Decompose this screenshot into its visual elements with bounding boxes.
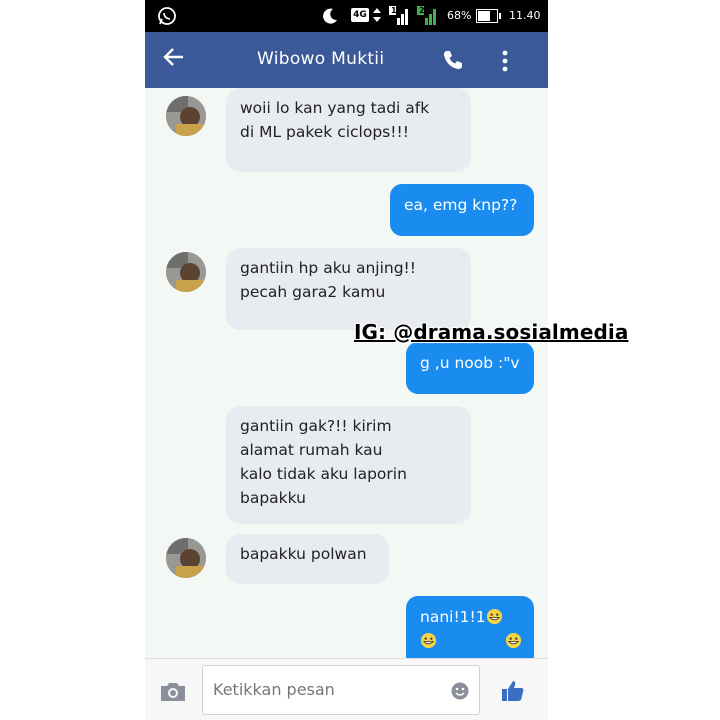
contact-name[interactable]: Wibowo Muktii [257,49,384,69]
sim1-label: 1 [391,6,397,15]
message-line: g ,u noob :"v [420,354,520,372]
message-line [420,629,522,653]
avatar[interactable] [166,96,206,136]
message-line: gantiin hp aku anjing!! [240,259,416,277]
message-input[interactable] [211,679,435,700]
camera-icon[interactable] [159,681,187,703]
message-line: pecah gara2 kamu [240,283,386,301]
thumbs-up-icon[interactable] [501,679,525,703]
message-bubble-incoming: bapakku polwan [226,534,389,584]
grinning-emoji-icon [486,608,502,625]
moon-icon [323,8,337,24]
phone-icon[interactable] [443,50,463,70]
back-arrow-icon[interactable] [163,46,185,68]
message-input-box[interactable] [202,665,480,715]
message-line: alamat rumah kau [240,441,383,459]
emoji-icon[interactable] [451,682,469,700]
data-arrows-icon [373,8,381,22]
avatar[interactable] [166,538,206,578]
message-line: bapakku [240,489,306,507]
message-line: ea, emg knp?? [404,196,518,214]
clock: 11.40 [509,9,541,22]
message-bubble-outgoing: g ,u noob :"v [406,342,534,394]
watermark: IG: @drama.sosialmedia [354,320,629,344]
network-type: 4G [351,8,369,22]
phone-screen: 4G 1 2 68% 11.40 Wibowo Muktii woii lo k… [145,0,548,720]
message-line: gantiin gak?!! kirim [240,417,392,435]
message-bubble-outgoing: ea, emg knp?? [390,184,534,236]
more-vertical-icon[interactable] [501,50,509,72]
message-line: woii lo kan yang tadi afk [240,99,430,117]
message-bubble-incoming: woii lo kan yang tadi afk di ML pakek ci… [226,88,471,172]
sim2-label: 2 [419,6,425,15]
chat-header: Wibowo Muktii [145,32,548,88]
whatsapp-icon [158,7,176,25]
message-composer [145,658,548,720]
grinning-emoji-icon [420,632,437,649]
status-bar: 4G 1 2 68% 11.40 [145,0,548,32]
battery-icon [476,9,501,23]
message-bubble-incoming: gantiin gak?!! kirim alamat rumah kau ka… [226,406,471,524]
message-bubble-incoming: gantiin hp aku anjing!! pecah gara2 kamu [226,248,471,330]
avatar[interactable] [166,252,206,292]
grinning-emoji-icon [505,632,522,649]
battery-fill [478,11,491,21]
message-line: bapakku polwan [240,545,367,563]
message-text: nani!1!1 [420,608,486,626]
message-line: nani!1!1 [420,605,520,629]
message-line: di ML pakek ciclops!!! [240,123,409,141]
message-line: kalo tidak aku laporin [240,465,407,483]
battery-percent: 68% [447,9,472,22]
